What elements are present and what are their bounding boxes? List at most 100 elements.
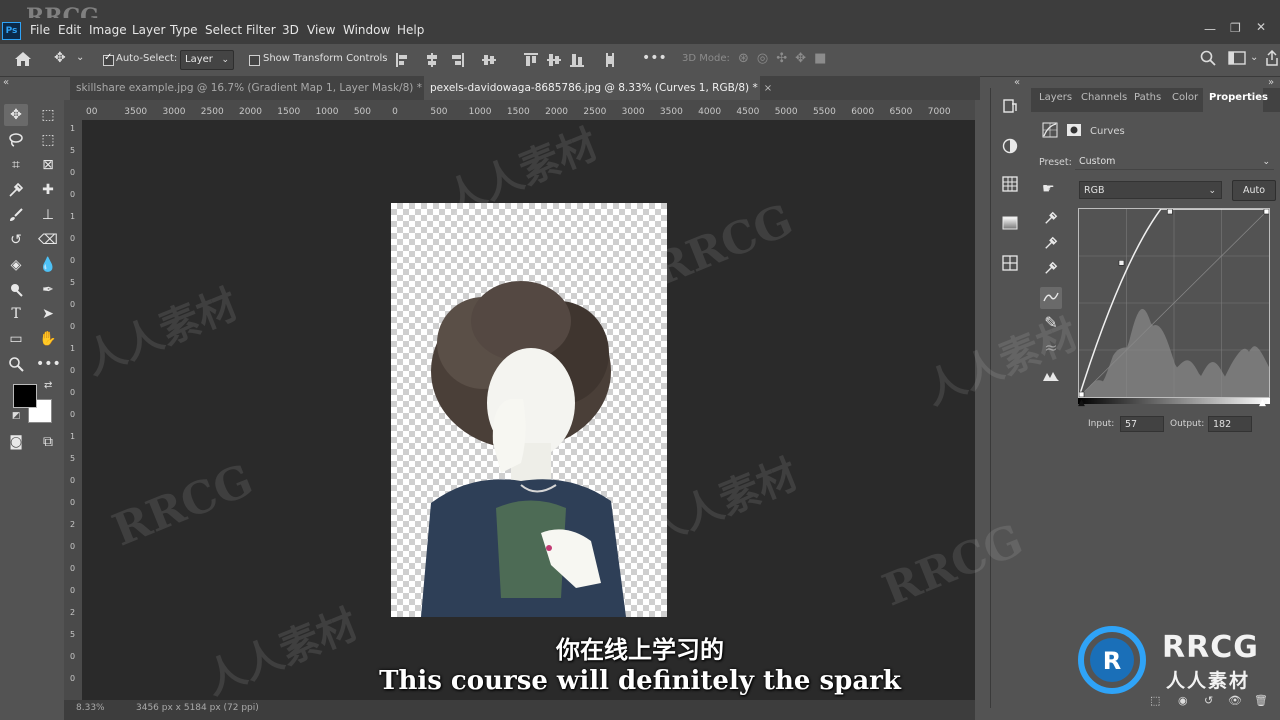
curves-graph[interactable]	[1078, 208, 1270, 398]
workspace-chevron-icon[interactable]: ⌄	[1250, 52, 1258, 63]
edit-toolbar-icon[interactable]: •••	[36, 353, 61, 375]
brush-icon[interactable]	[4, 204, 28, 226]
black-point-eyedropper-icon[interactable]	[1040, 209, 1062, 231]
crop-icon[interactable]: ⌗	[4, 154, 28, 176]
menu-image[interactable]: Image	[89, 23, 127, 37]
visibility-icon[interactable]: 👁	[1228, 694, 1242, 707]
photoshop-logo-icon[interactable]: Ps	[2, 22, 21, 40]
tab-properties[interactable]: Properties	[1209, 92, 1268, 103]
paint-bucket-icon[interactable]: ◈	[4, 254, 28, 276]
quick-mask-icon[interactable]: ◙	[4, 431, 28, 453]
move-tool-button[interactable]: ✥	[4, 104, 28, 126]
menu-select[interactable]: Select	[205, 23, 242, 37]
channel-dropdown[interactable]: RGB ⌄	[1079, 181, 1222, 199]
clip-to-layer-icon[interactable]: ⬚	[1150, 694, 1160, 707]
tab-channels[interactable]: Channels	[1081, 92, 1127, 103]
vertical-ruler[interactable]: 15001005001000150020002500	[64, 120, 83, 700]
swatches-panel-icon[interactable]	[999, 176, 1021, 198]
rectangle-tool-icon[interactable]: ▭	[4, 328, 28, 350]
foreground-color-swatch[interactable]	[13, 384, 37, 408]
output-field[interactable]: 182	[1208, 416, 1252, 432]
close-window-icon[interactable]: ✕	[1256, 20, 1266, 34]
menu-view[interactable]: View	[307, 23, 335, 37]
lasso-icon[interactable]	[4, 129, 28, 151]
horizontal-ruler[interactable]: 00 3500 3000 2500 2000 1500 1000 500 0 500 1000 150…	[82, 100, 975, 121]
auto-button[interactable]: Auto	[1232, 180, 1276, 201]
rectangular-marquee-icon[interactable]: ⬚	[36, 104, 60, 126]
menu-edit[interactable]: Edit	[58, 23, 81, 37]
curve-svg[interactable]	[1078, 208, 1270, 398]
dodge-icon[interactable]	[4, 279, 28, 301]
menu-filter[interactable]: Filter	[246, 23, 276, 37]
chevron-down-icon[interactable]: ⌄	[76, 52, 84, 63]
on-image-adjust-icon[interactable]: ☛	[1042, 181, 1055, 197]
auto-select-checkbox[interactable]	[103, 52, 114, 66]
3d-orbit-icon[interactable]: ⊛	[738, 51, 757, 66]
tab-layers[interactable]: Layers	[1039, 92, 1072, 103]
minimize-icon[interactable]: —	[1204, 22, 1216, 36]
type-tool-icon[interactable]: T	[4, 303, 28, 325]
restore-icon[interactable]: ❐	[1230, 21, 1241, 35]
ruler-tick-label: 6000	[851, 107, 875, 117]
view-previous-icon[interactable]: ◉	[1178, 694, 1188, 707]
ruler-tick-label: 0	[70, 476, 76, 485]
input-field[interactable]: 57	[1120, 416, 1164, 432]
frame-icon[interactable]: ⊠	[36, 154, 60, 176]
close-tab-icon[interactable]: ×	[764, 83, 772, 94]
more-options-icon[interactable]: •••	[642, 50, 667, 66]
gradients-panel-icon[interactable]	[999, 215, 1021, 237]
zoom-icon[interactable]	[4, 353, 28, 375]
eyedropper-icon[interactable]	[4, 179, 28, 201]
3d-slide-icon[interactable]: ✥	[795, 51, 814, 66]
pen-icon[interactable]: ✒	[36, 279, 60, 301]
path-selection-icon[interactable]: ➤	[36, 303, 60, 325]
collapse-toolbar-icon[interactable]: «	[3, 77, 9, 88]
white-point-eyedropper-icon[interactable]	[1040, 259, 1062, 281]
tab-color[interactable]: Color	[1172, 92, 1198, 103]
document-canvas[interactable]	[391, 203, 667, 617]
preset-dropdown[interactable]: Custom ⌄	[1075, 154, 1274, 170]
search-icon[interactable]	[1200, 50, 1216, 70]
ruler-tick-label: 0	[70, 388, 76, 397]
white-point-slider-icon[interactable]: ▲	[1259, 398, 1266, 408]
hand-icon[interactable]: ✋	[36, 328, 60, 350]
screen-mode-icon[interactable]: ⧉	[36, 431, 60, 453]
3d-pan-icon[interactable]: ✣	[776, 51, 795, 66]
workspace-icon[interactable]	[1228, 51, 1246, 69]
reset-icon[interactable]: ↺	[1204, 694, 1213, 707]
object-selection-icon[interactable]: ⬚	[36, 129, 60, 151]
3d-scale-icon[interactable]: ■	[814, 51, 834, 66]
menu-window[interactable]: Window	[343, 23, 390, 37]
clone-stamp-icon[interactable]: ⊥	[36, 204, 60, 226]
tab-skillshare-example[interactable]: skillshare example.jpg @ 16.7% (Gradient…	[70, 76, 436, 100]
move-tool-icon[interactable]: ✥	[54, 50, 66, 66]
menu-type[interactable]: Type	[170, 23, 198, 37]
black-point-slider-icon[interactable]: ▲	[1078, 398, 1085, 408]
zoom-level[interactable]: 8.33%	[76, 703, 105, 713]
eraser-icon[interactable]: ⌫	[36, 229, 60, 251]
default-colors-icon[interactable]: ◩	[12, 411, 21, 421]
history-brush-icon[interactable]: ↺	[4, 229, 28, 251]
collapse-dock-icon[interactable]: «	[1014, 77, 1020, 88]
tab-pexels-davidowaga[interactable]: pexels-davidowaga-8685786.jpg @ 8.33% (C…	[424, 76, 772, 100]
swap-colors-icon[interactable]: ⇄	[44, 380, 52, 391]
show-transform-checkbox[interactable]	[249, 55, 260, 66]
healing-brush-icon[interactable]: ✚	[36, 179, 60, 201]
share-icon[interactable]	[1266, 49, 1278, 70]
delete-icon[interactable]: 🗑	[1254, 694, 1268, 707]
menu-help[interactable]: Help	[397, 23, 424, 37]
expand-panels-icon[interactable]: »	[1268, 77, 1274, 88]
menu-file[interactable]: File	[30, 23, 50, 37]
history-panel-icon[interactable]	[999, 98, 1021, 120]
layer-mask-icon[interactable]	[1066, 122, 1082, 142]
3d-roll-icon[interactable]: ◎	[757, 51, 776, 66]
color-panel-icon[interactable]	[999, 138, 1021, 160]
menu-layer[interactable]: Layer	[132, 23, 165, 37]
menu-3d[interactable]: 3D	[282, 23, 299, 37]
tab-paths[interactable]: Paths	[1134, 92, 1161, 103]
auto-select-dropdown[interactable]: Layer ⌄	[180, 50, 234, 70]
patterns-panel-icon[interactable]	[999, 255, 1021, 277]
home-icon[interactable]	[14, 51, 32, 71]
blur-icon[interactable]: 💧	[36, 254, 60, 276]
gray-point-eyedropper-icon[interactable]	[1040, 234, 1062, 256]
